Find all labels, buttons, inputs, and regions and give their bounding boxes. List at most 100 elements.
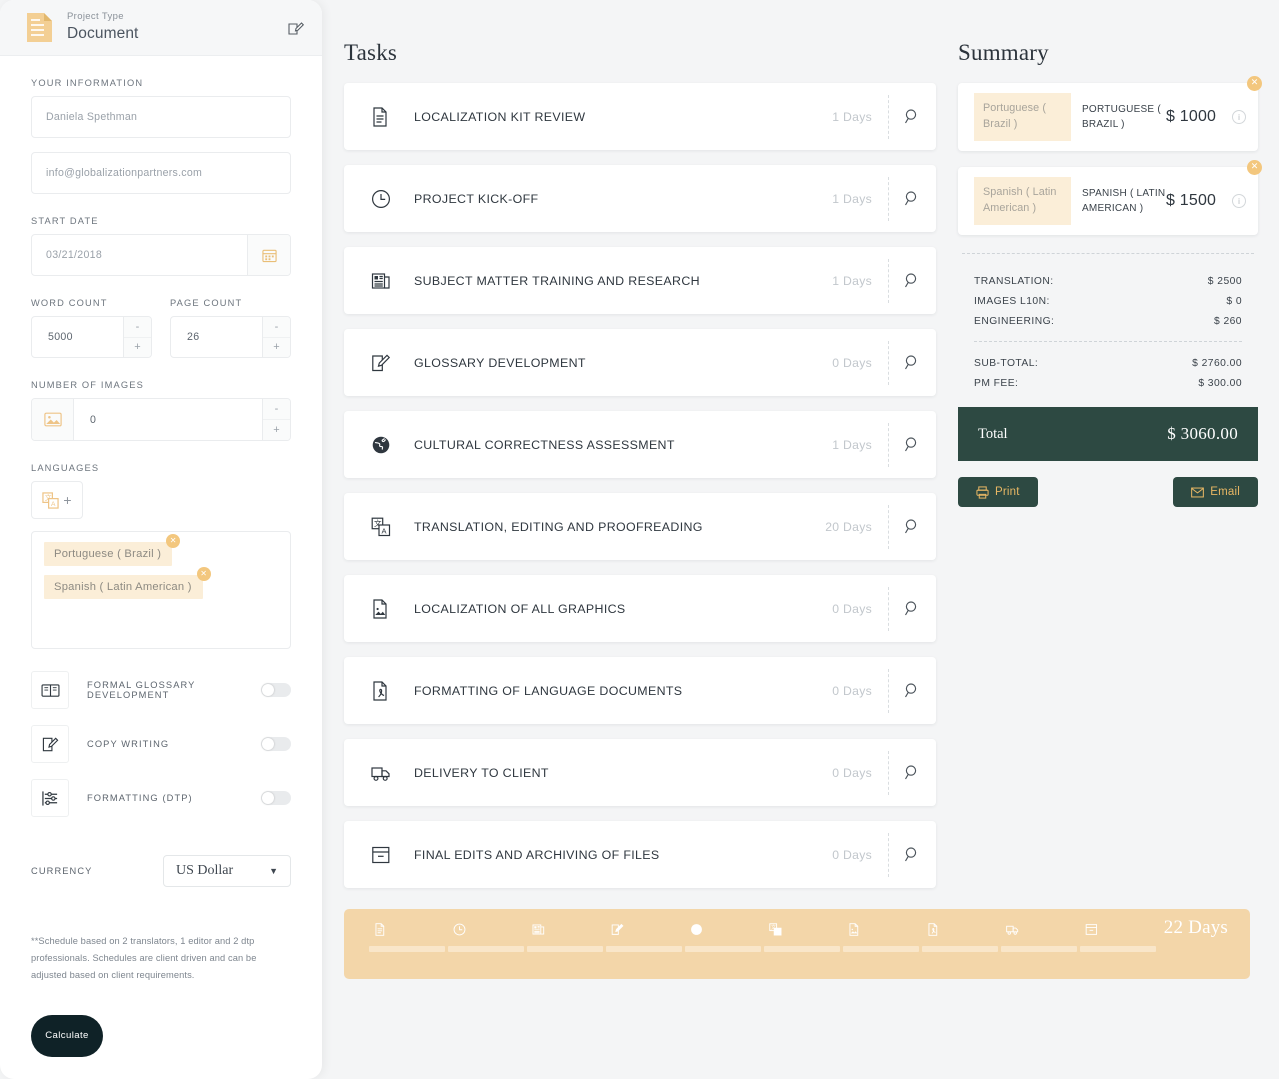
word-count-increment[interactable]: + — [124, 338, 151, 358]
start-date-input[interactable]: 03/21/2018 — [32, 235, 247, 275]
clock-icon — [453, 923, 466, 936]
task-detail-button[interactable] — [889, 435, 936, 455]
currency-select[interactable]: US Dollar ▼ — [163, 855, 291, 887]
info-icon[interactable]: i — [1232, 194, 1246, 208]
task-row[interactable]: CULTURAL CORRECTNESS ASSESSMENT1 Days — [344, 411, 936, 478]
summary-title: Summary — [958, 40, 1258, 66]
total-label: Total — [978, 426, 1008, 443]
currency-row: CURRENCY US Dollar ▼ — [31, 855, 291, 887]
pencil-square-icon — [611, 923, 624, 936]
images-decrement[interactable]: - — [263, 399, 290, 420]
task-row[interactable]: PROJECT KICK-OFF1 Days — [344, 165, 936, 232]
task-detail-button[interactable] — [889, 845, 936, 865]
image-icon — [44, 412, 62, 427]
task-row[interactable]: FORMATTING OF LANGUAGE DOCUMENTS0 Days — [344, 657, 936, 724]
task-icon-wrap — [368, 271, 394, 291]
task-detail-button[interactable] — [889, 271, 936, 291]
envelope-icon — [1191, 487, 1204, 498]
toggle-copy-writing[interactable] — [261, 737, 291, 751]
magnifier-icon — [903, 107, 923, 127]
print-button[interactable]: Print — [958, 477, 1038, 507]
option-row-copy-writing[interactable]: COPY WRITING — [31, 725, 291, 763]
cost-value: $ 2500 — [1208, 276, 1242, 287]
timeline-segment — [606, 946, 682, 952]
task-row[interactable]: LOCALIZATION OF ALL GRAPHICS0 Days — [344, 575, 936, 642]
page-count-decrement[interactable]: - — [263, 317, 290, 338]
truck-icon — [1006, 923, 1019, 936]
project-type-title: Document — [67, 24, 288, 43]
page-count-increment[interactable]: + — [263, 338, 290, 358]
task-row[interactable]: LOCALIZATION KIT REVIEW1 Days — [344, 83, 936, 150]
language-chip[interactable]: Spanish ( Latin American ) ✕ — [44, 575, 203, 599]
word-count-input[interactable]: 5000 — [32, 317, 123, 357]
print-label: Print — [995, 486, 1020, 498]
timeline-segment — [1001, 946, 1077, 952]
summary-language-card: ✕ Spanish ( Latin American ) SPANISH ( L… — [958, 167, 1258, 235]
image-file-icon — [848, 923, 861, 936]
page-count-stepper: 26 - + — [170, 316, 291, 358]
task-detail-button[interactable] — [889, 353, 936, 373]
add-language-button[interactable]: 文 A + — [31, 481, 83, 519]
task-row[interactable]: 文ATRANSLATION, EDITING AND PROOFREADING2… — [344, 493, 936, 560]
images-count-input[interactable]: 0 — [74, 399, 262, 440]
task-row[interactable]: DELIVERY TO CLIENT0 Days — [344, 739, 936, 806]
edit-icon[interactable] — [288, 20, 304, 36]
summary-column: Summary ✕ Portuguese ( Brazil ) PORTUGUE… — [958, 40, 1258, 979]
globe-icon — [371, 435, 391, 455]
task-detail-button[interactable] — [889, 681, 936, 701]
subtotal-label: SUB-TOTAL: — [974, 358, 1038, 369]
task-row[interactable]: SUBJECT MATTER TRAINING AND RESEARCH1 Da… — [344, 247, 936, 314]
timeline-bar: 22 Days 文A — [344, 909, 1250, 979]
language-chip[interactable]: Portuguese ( Brazil ) ✕ — [44, 542, 172, 566]
task-name: SUBJECT MATTER TRAINING AND RESEARCH — [414, 274, 832, 288]
task-days: 0 Days — [832, 602, 888, 616]
counts-row: WORD COUNT 5000 - + PAGE COUNT 26 — [31, 298, 291, 358]
app-root: Project Type Document YOUR INFORMATION D… — [0, 0, 1279, 1079]
page-count-block: PAGE COUNT 26 - + — [170, 298, 291, 358]
task-row[interactable]: GLOSSARY DEVELOPMENT0 Days — [344, 329, 936, 396]
option-label: COPY WRITING — [87, 739, 261, 749]
email-field[interactable]: info@globalizationpartners.com — [31, 152, 291, 194]
remove-language-icon[interactable]: ✕ — [1247, 76, 1262, 91]
task-name: TRANSLATION, EDITING AND PROOFREADING — [414, 520, 825, 534]
remove-language-icon[interactable]: ✕ — [1247, 160, 1262, 175]
images-increment[interactable]: + — [263, 420, 290, 440]
task-detail-button[interactable] — [889, 189, 936, 209]
calculate-button[interactable]: Calculate — [31, 1015, 103, 1057]
info-icon[interactable]: i — [1232, 110, 1246, 124]
cost-row: TRANSLATION: $ 2500 — [958, 276, 1258, 287]
project-type-block: Project Type Document — [67, 11, 288, 43]
option-row-formal-glossary[interactable]: FORMAL GLOSSARY DEVELOPMENT — [31, 671, 291, 709]
pencil-square-icon — [371, 353, 391, 373]
timeline-icons: 文A — [368, 923, 1226, 936]
task-row[interactable]: FINAL EDITS AND ARCHIVING OF FILES0 Days — [344, 821, 936, 888]
calendar-button[interactable] — [247, 235, 290, 275]
name-field[interactable]: Daniela Spethman — [31, 96, 291, 138]
toggle-formal-glossary[interactable] — [261, 683, 291, 697]
remove-language-icon[interactable]: ✕ — [166, 534, 180, 548]
task-icon-wrap — [368, 189, 394, 209]
summary-language-chip: Portuguese ( Brazil ) — [974, 93, 1071, 140]
timeline-segment — [1080, 946, 1156, 952]
task-icon-wrap — [368, 763, 394, 783]
page-count-input[interactable]: 26 — [171, 317, 262, 357]
timeline-segment — [685, 946, 761, 952]
word-count-stepper: 5000 - + — [31, 316, 152, 358]
option-row-formatting-dtp[interactable]: FORMATTING (DTP) — [31, 779, 291, 817]
summary-language-name: SPANISH ( LATIN AMERICAN ) — [1082, 186, 1166, 216]
task-detail-button[interactable] — [889, 107, 936, 127]
email-button[interactable]: Email — [1173, 477, 1258, 507]
word-count-decrement[interactable]: - — [124, 317, 151, 338]
timeline-icon-cell — [1085, 923, 1164, 936]
remove-language-icon[interactable]: ✕ — [197, 567, 211, 581]
add-language-plus: + — [63, 493, 71, 507]
toggle-formatting-dtp[interactable] — [261, 791, 291, 805]
image-file-icon — [371, 599, 391, 619]
task-detail-button[interactable] — [889, 763, 936, 783]
subtotal-row: SUB-TOTAL: $ 2760.00 — [958, 358, 1258, 369]
task-detail-button[interactable] — [889, 599, 936, 619]
project-type-kicker: Project Type — [67, 11, 288, 24]
task-name: LOCALIZATION KIT REVIEW — [414, 110, 832, 124]
task-detail-button[interactable] — [889, 517, 936, 537]
book-icon — [31, 671, 69, 709]
